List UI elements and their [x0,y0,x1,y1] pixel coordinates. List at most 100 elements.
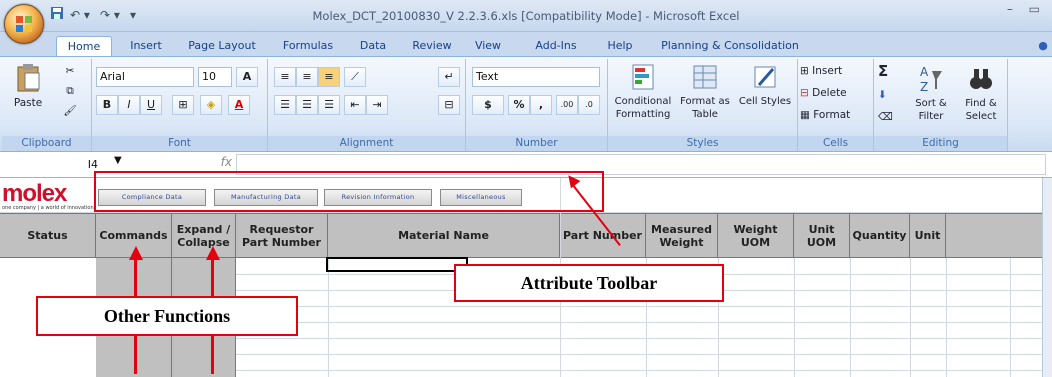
name-box-dropdown-icon[interactable]: ▼ [114,155,122,166]
office-button[interactable] [4,4,44,44]
office-logo-icon [16,16,32,32]
tab-view[interactable]: View [468,36,508,56]
attribute-toolbar-label: Attribute Toolbar [454,264,724,302]
align-top-icon[interactable]: ≡ [274,67,296,87]
insert-cells-button[interactable]: ⊞ Insert [800,65,842,78]
align-middle-icon[interactable]: ≡ [296,67,318,87]
increase-decimal-button[interactable]: .00 [556,95,578,115]
italic-button[interactable]: I [118,95,140,115]
header-measured-weight: Measured Weight [646,214,718,257]
header-unit: Unit [910,214,946,257]
number-format-select[interactable]: Text [472,67,600,87]
format-as-table-button[interactable]: Format as Table [676,63,734,121]
alignment-label: Alignment [268,136,465,151]
cut-icon[interactable]: ✂ [60,65,80,78]
tab-data[interactable]: Data [350,36,396,56]
tab-insert[interactable]: Insert [120,36,172,56]
styles-label: Styles [608,136,797,151]
other-functions-label: Other Functions [36,296,298,336]
fill-color-icon[interactable]: ◈ [200,95,222,115]
svg-text:A: A [920,65,929,79]
vertical-scrollbar[interactable] [1042,178,1052,377]
sort-filter-label: Sort & Filter [915,98,947,122]
header-row: Status Commands Expand / Collapse Reques… [0,213,1052,258]
conditional-formatting-button[interactable]: Conditional Formatting [612,63,674,121]
tab-add-ins[interactable]: Add-Ins [528,36,584,56]
clear-icon[interactable]: ⌫ [878,111,893,124]
conditional-formatting-icon [632,64,654,90]
align-bottom-icon[interactable]: ≡ [318,67,340,87]
grow-font-button[interactable]: A [236,67,258,87]
cell-styles-label: Cell Styles [738,96,792,107]
tab-formulas[interactable]: Formulas [276,36,340,56]
header-expand-collapse: Expand / Collapse [172,214,236,257]
header-requestor-part-number: Requestor Part Number [236,214,328,257]
delete-cells-label: Delete [812,87,847,99]
toolbar-highlight-box [94,171,604,212]
format-cells-icon: ▦ [800,109,814,121]
paste-button[interactable]: Paste [8,63,48,119]
align-left-icon[interactable]: ☰ [274,95,296,115]
logo-tagline: one company | a world of innovation [2,205,94,211]
wrap-text-icon[interactable]: ↵ [438,67,460,87]
comma-button[interactable]: , [530,95,552,115]
font-color-button[interactable]: A [228,95,250,115]
tab-help[interactable]: Help [600,36,640,56]
conditional-formatting-label: Conditional Formatting [614,96,672,120]
title-bar: ↶ ▾ ↷ ▾ ▾ Molex_DCT_20100830_V 2.2.3.6.x… [0,0,1052,32]
find-select-button[interactable]: Find & Select [958,63,1004,123]
window-controls[interactable]: – ▭ [1007,2,1046,16]
delete-cells-icon: ⊟ [800,87,813,99]
header-weight-uom: Weight UOM [718,214,794,257]
format-cells-button[interactable]: ▦ Format [800,109,850,122]
editing-label: Editing [874,136,1007,151]
selected-cell[interactable] [326,257,468,272]
insert-cells-label: Insert [812,65,843,77]
find-select-label: Find & Select [965,98,997,122]
paste-label: Paste [13,97,43,109]
merge-center-icon[interactable]: ⊟ [438,95,460,115]
borders-icon[interactable]: ⊞ [172,95,194,115]
styles-group: Conditional Formatting Format as Table C… [608,59,798,151]
align-right-icon[interactable]: ☰ [318,95,340,115]
tab-home[interactable]: Home [56,36,112,56]
header-quantity: Quantity [850,214,910,257]
delete-cells-button[interactable]: ⊟ Delete [800,87,847,100]
header-part-number: Part Number [560,214,646,257]
editing-group: Σ ⬇ ⌫ AZ Sort & Filter Find & Select Edi… [874,59,1008,151]
cell-styles-icon [754,66,776,88]
tab-page-layout[interactable]: Page Layout [178,36,266,56]
clipboard-group: Paste ✂ ⧉ 🖌 Clipboard [2,59,92,151]
font-size-select[interactable]: 10 [198,67,232,87]
autosum-button[interactable]: Σ [878,64,888,79]
copy-icon[interactable]: ⧉ [60,85,80,98]
bold-button[interactable]: B [96,95,118,115]
expand-arrowhead [206,246,220,260]
decrease-indent-icon[interactable]: ⇤ [344,95,366,115]
fill-icon[interactable]: ⬇ [878,89,887,102]
orientation-icon[interactable]: ⟋ [344,67,366,87]
align-center-icon[interactable]: ☰ [296,95,318,115]
cell-styles-button[interactable]: Cell Styles [736,63,794,108]
underline-button[interactable]: U [140,95,162,115]
increase-indent-icon[interactable]: ⇥ [366,95,388,115]
decrease-decimal-button[interactable]: .0 [578,95,600,115]
ribbon: Paste ✂ ⧉ 🖌 Clipboard Arial 10 A B I U ⊞… [0,56,1052,152]
format-cells-label: Format [813,109,851,121]
worksheet[interactable]: molex one company | a world of innovatio… [0,171,1052,377]
header-status: Status [0,214,96,257]
alignment-group: ≡ ≡ ≡ ⟋ ↵ ☰ ☰ ☰ ⇤ ⇥ ⊟ Alignment [268,59,466,151]
font-name-select[interactable]: Arial [96,67,194,87]
tab-planning-consolidation[interactable]: Planning & Consolidation [650,36,810,56]
help-icon[interactable]: ● [1036,36,1050,56]
molex-logo: molex [2,180,67,207]
percent-button[interactable]: % [508,95,530,115]
cells-group: ⊞ Insert ⊟ Delete ▦ Format Cells [798,59,874,151]
document-title: Molex_DCT_20100830_V 2.2.3.6.xls [Compat… [312,9,740,23]
format-painter-icon[interactable]: 🖌 [60,105,80,118]
sort-filter-button[interactable]: AZ Sort & Filter [908,63,954,123]
tab-review[interactable]: Review [404,36,460,56]
font-label: Font [92,136,267,151]
currency-button[interactable]: $ [472,95,504,115]
cells-label: Cells [798,136,873,151]
